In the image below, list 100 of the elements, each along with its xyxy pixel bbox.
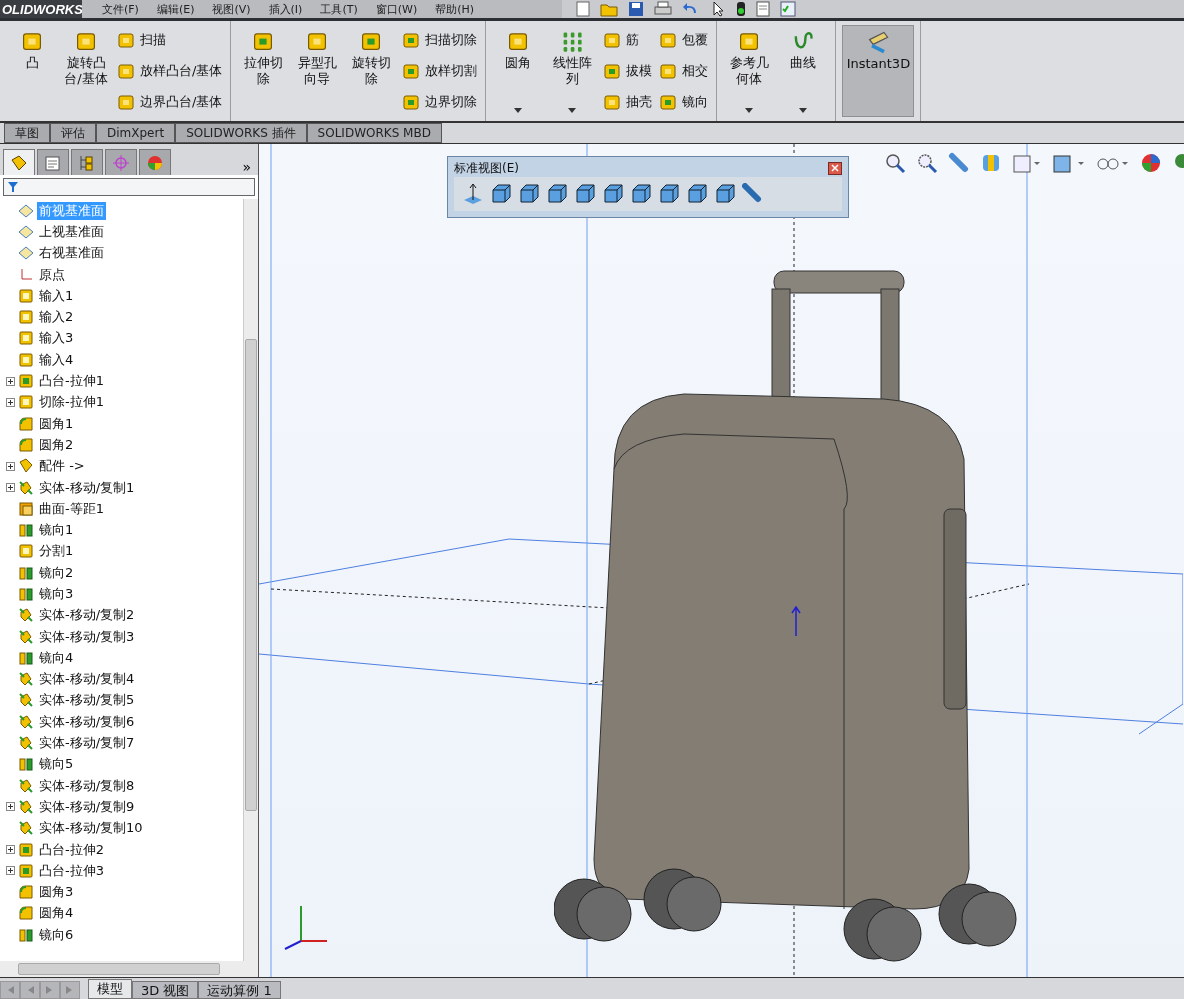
expand-toggle[interactable]	[6, 802, 15, 812]
menu-item[interactable]: 窗口(W)	[375, 1, 418, 17]
tree-item[interactable]: 凸台-拉伸3	[37, 861, 106, 880]
ribbon-button[interactable]: 曲线	[777, 25, 830, 117]
ribbon-button[interactable]: Instant3D	[842, 25, 915, 117]
tree-item[interactable]: 原点	[37, 265, 67, 284]
view-cube-icon[interactable]	[546, 183, 568, 205]
tree-item[interactable]: 配件 ->	[37, 457, 87, 476]
traffic-light-icon[interactable]	[736, 1, 746, 17]
ribbon-button[interactable]: 筋	[600, 29, 655, 52]
view-cube-icon[interactable]	[518, 183, 540, 205]
tree-item[interactable]: 凸台-拉伸2	[37, 840, 106, 859]
close-button[interactable]	[828, 161, 842, 175]
tree-item[interactable]: 镜向3	[37, 585, 76, 603]
ribbon-button[interactable]: 包覆	[656, 29, 711, 52]
command-tab[interactable]: SOLIDWORKS MBD	[306, 123, 442, 143]
tree-item[interactable]: 镜向4	[37, 648, 76, 667]
tree-item[interactable]: 圆角2	[37, 435, 76, 454]
ribbon-button[interactable]: 旋转凸台/基体	[60, 25, 112, 117]
tree-item[interactable]: 镜向6	[37, 925, 76, 944]
display-style-icon[interactable]	[1052, 152, 1086, 174]
tree-item[interactable]: 镜向2	[37, 563, 76, 582]
printer-icon[interactable]	[654, 1, 672, 17]
tree-item[interactable]: 输入1	[37, 286, 76, 305]
command-tab[interactable]: 草图	[4, 123, 50, 143]
tree-item[interactable]: 实体-移动/复制6	[37, 712, 137, 731]
view-cube-icon[interactable]	[658, 183, 680, 205]
ribbon-button[interactable]: 放样切割	[399, 60, 480, 82]
menu-item[interactable]: 视图(V)	[212, 1, 251, 17]
tree-item[interactable]: 输入2	[37, 308, 76, 327]
more-chevron[interactable]: »	[242, 159, 251, 175]
tree-item[interactable]: 切除-拉伸1	[37, 393, 106, 412]
ribbon-button[interactable]: 圆角	[492, 25, 545, 117]
zoom-fit-icon[interactable]	[884, 152, 906, 174]
menu-item[interactable]: 编辑(E)	[156, 1, 195, 17]
menu-item[interactable]: 帮助(H)	[435, 1, 475, 17]
panel-tab[interactable]	[71, 149, 103, 175]
scroll-thumb[interactable]	[18, 963, 220, 975]
graphics-area[interactable]: 标准视图(E)	[259, 144, 1184, 977]
tree-item[interactable]: 实体-移动/复制1	[37, 478, 137, 497]
menu-item[interactable]: 插入(I)	[268, 1, 303, 17]
tree-item[interactable]: 实体-移动/复制2	[37, 606, 137, 625]
tree-item[interactable]: 镜向1	[37, 521, 76, 540]
tree-item[interactable]: 圆角1	[37, 414, 76, 433]
sheet-tab[interactable]: 3D 视图	[132, 981, 199, 999]
document-icon[interactable]	[756, 1, 770, 17]
menu-item[interactable]: 文件(F)	[102, 1, 139, 17]
view-cube-icon[interactable]	[686, 183, 708, 205]
checklist-icon[interactable]	[780, 1, 796, 17]
tree-item[interactable]: 圆角3	[37, 883, 76, 902]
color-wheel-icon[interactable]	[1140, 152, 1162, 174]
tree-item[interactable]: 镜向5	[37, 755, 76, 774]
ribbon-button[interactable]: 边界切除	[399, 90, 480, 113]
tree-item[interactable]: 分割1	[37, 542, 76, 561]
panel-tab[interactable]	[3, 149, 35, 175]
tree-item[interactable]: 实体-移动/复制4	[37, 670, 137, 689]
ribbon-button[interactable]: 参考几何体	[723, 25, 776, 117]
ribbon-button[interactable]: 异型孔向导	[291, 25, 344, 117]
section-view-icon[interactable]	[980, 152, 1002, 174]
tree-item[interactable]: 实体-移动/复制9	[37, 797, 137, 816]
horizontal-scrollbar[interactable]	[0, 961, 258, 977]
panel-tab[interactable]	[37, 149, 69, 175]
tree-item[interactable]: 实体-移动/复制3	[37, 627, 137, 646]
scroll-thumb[interactable]	[245, 339, 257, 811]
expand-toggle[interactable]	[6, 866, 15, 876]
expand-toggle[interactable]	[6, 376, 15, 386]
tree-item[interactable]: 输入4	[37, 350, 76, 369]
ribbon-button[interactable]: 边界凸台/基体	[114, 90, 225, 113]
ribbon-button[interactable]: 线性阵列	[546, 25, 599, 117]
sheet-tab[interactable]: 运动算例 1	[198, 981, 281, 999]
view-orientation-icon[interactable]	[1012, 152, 1042, 174]
view-cube-icon[interactable]	[602, 183, 624, 205]
expand-toggle[interactable]	[6, 483, 15, 492]
ribbon-button[interactable]: 扫描切除	[399, 29, 480, 52]
tree-item[interactable]: 上视基准面	[37, 222, 106, 241]
expand-toggle[interactable]	[6, 397, 15, 407]
ribbon-button[interactable]: 扫描	[114, 29, 225, 52]
command-tab[interactable]: 评估	[50, 123, 96, 143]
vertical-scrollbar[interactable]	[243, 199, 258, 961]
filter-field[interactable]	[3, 178, 255, 196]
tree-item[interactable]: 实体-移动/复制8	[37, 776, 137, 795]
ribbon-button[interactable]: 凸	[6, 25, 58, 117]
tree-item[interactable]: 实体-移动/复制10	[37, 819, 145, 838]
view-cube-icon[interactable]	[490, 183, 512, 205]
ribbon-button[interactable]: 拉伸切除	[237, 25, 290, 117]
tree-item[interactable]: 输入3	[37, 329, 76, 348]
save-icon[interactable]	[628, 1, 644, 17]
tree-item[interactable]: 凸台-拉伸1	[37, 372, 106, 390]
tree-item[interactable]: 圆角4	[37, 904, 76, 923]
view-cube-icon[interactable]	[574, 183, 596, 205]
ribbon-button[interactable]: 镜向	[656, 90, 711, 113]
new-document-icon[interactable]	[576, 1, 590, 17]
normal-to-icon[interactable]	[462, 183, 484, 205]
tree-item[interactable]: 曲面-等距1	[37, 499, 106, 518]
expand-toggle[interactable]	[6, 461, 15, 471]
view-cube-icon[interactable]	[714, 183, 736, 205]
ribbon-button[interactable]: 放样凸台/基体	[114, 60, 225, 82]
ribbon-button[interactable]: 抽壳	[600, 90, 655, 113]
tree-item[interactable]: 实体-移动/复制5	[37, 691, 137, 710]
zoom-area-icon[interactable]	[916, 152, 938, 174]
